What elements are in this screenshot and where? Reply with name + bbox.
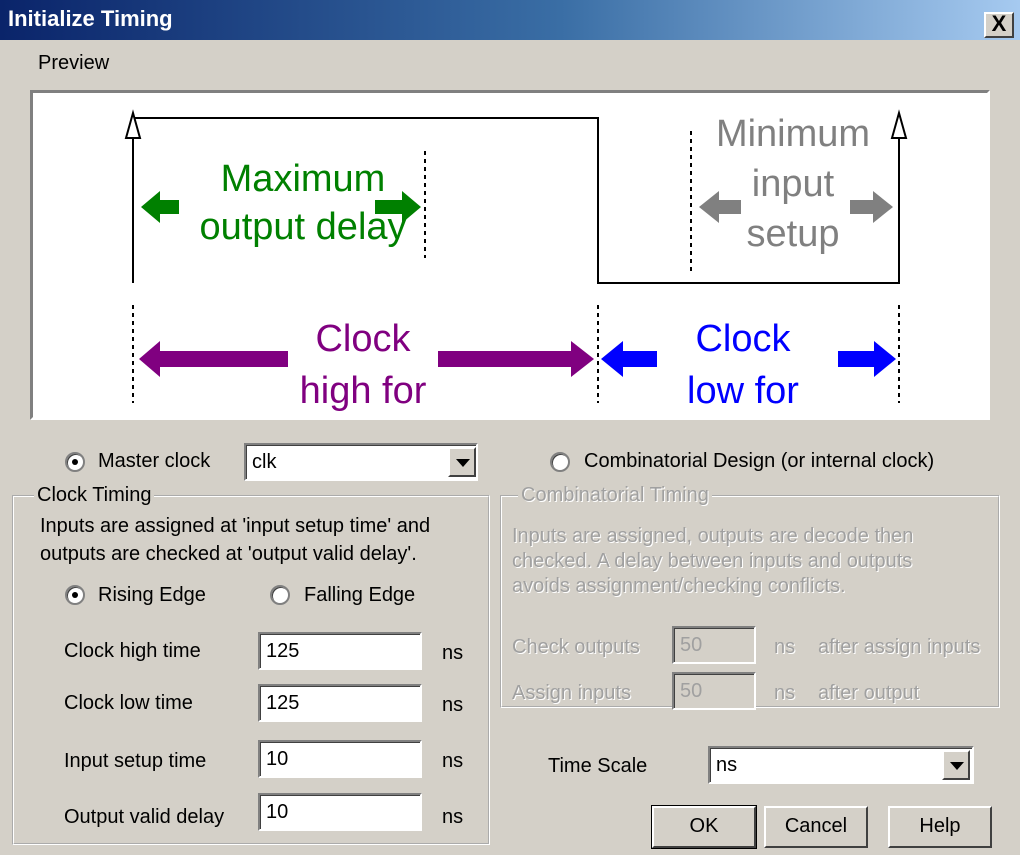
timing-preview: Maximum output delay Minimum input setup…: [30, 90, 990, 420]
falling-edge-radio[interactable]: [270, 585, 290, 605]
falling-edge-label: Falling Edge: [304, 584, 416, 606]
input-setup-time-label: Input setup time: [64, 750, 207, 772]
help-button[interactable]: Help: [888, 806, 992, 848]
clock-high-time-label: Clock high time: [64, 640, 201, 662]
clock-high-for-label: Clock high for: [299, 318, 427, 412]
check-outputs-input[interactable]: 50: [672, 626, 756, 664]
clock-low-for-label: Clock low for: [687, 318, 799, 412]
rising-edge-label: Rising Edge: [98, 584, 206, 606]
min-input-setup-label: Minimum input setup: [715, 113, 871, 255]
clock-timing-legend: Clock Timing: [34, 484, 155, 507]
input-setup-time-input[interactable]: 10: [258, 740, 422, 778]
combinatorial-timing-description: Inputs are assigned, outputs are decode …: [512, 525, 914, 597]
combinatorial-design-radio[interactable]: [550, 452, 570, 472]
input-setup-time-unit: ns: [442, 750, 464, 772]
rising-edge-arrow-left: [124, 109, 142, 139]
check-outputs-label: Check outputs: [512, 636, 640, 658]
cancel-button[interactable]: Cancel: [764, 806, 868, 848]
rising-edge-arrow-right: [890, 109, 908, 139]
output-valid-delay-unit: ns: [442, 806, 464, 828]
master-clock-dropdown-button[interactable]: [448, 447, 476, 477]
combinatorial-timing-legend: Combinatorial Timing: [518, 484, 712, 507]
output-valid-delay-label: Output valid delay: [64, 806, 225, 828]
time-scale-label: Time Scale: [548, 755, 648, 777]
output-valid-delay-input[interactable]: 10: [258, 793, 422, 831]
assign-inputs-label: Assign inputs: [512, 682, 631, 704]
time-scale-value: ns: [716, 754, 738, 776]
clock-timing-description: Inputs are assigned at 'input setup time…: [40, 515, 431, 565]
assign-inputs-input[interactable]: 50: [672, 672, 756, 710]
clock-high-time-input[interactable]: 125: [258, 632, 422, 670]
assign-inputs-unit: ns: [774, 682, 796, 704]
ok-button[interactable]: OK: [651, 805, 757, 849]
max-output-delay-label: Maximum output delay: [199, 158, 407, 248]
time-scale-dropdown-button[interactable]: [942, 750, 970, 780]
clock-low-time-input[interactable]: 125: [258, 684, 422, 722]
clock-low-time-unit: ns: [442, 694, 464, 716]
window-title: Initialize Timing: [8, 6, 173, 31]
close-button[interactable]: X: [984, 12, 1014, 38]
check-outputs-suffix: after assign inputs: [818, 636, 981, 658]
clock-high-time-unit: ns: [442, 642, 464, 664]
master-clock-radio[interactable]: [65, 452, 85, 472]
time-scale-select[interactable]: ns: [708, 746, 974, 784]
assign-inputs-suffix: after output: [818, 682, 920, 704]
master-clock-select[interactable]: clk: [244, 443, 478, 481]
master-clock-label: Master clock: [98, 450, 211, 472]
rising-edge-radio[interactable]: [65, 585, 85, 605]
master-clock-value: clk: [252, 451, 277, 473]
check-outputs-unit: ns: [774, 636, 796, 658]
clock-low-time-label: Clock low time: [64, 692, 193, 714]
combinatorial-design-label: Combinatorial Design (or internal clock): [584, 450, 935, 472]
preview-label: Preview: [38, 52, 110, 74]
